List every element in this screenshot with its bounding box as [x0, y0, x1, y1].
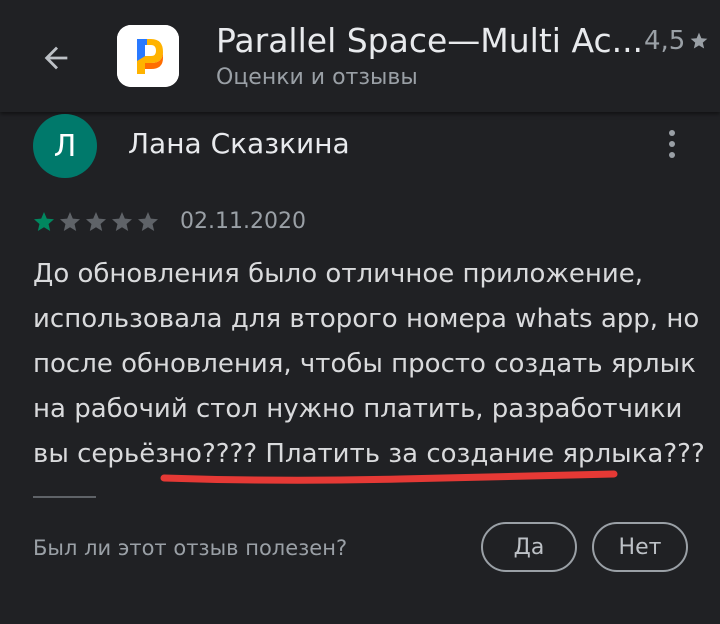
review-date: 02.11.2020 — [180, 209, 306, 234]
review-menu-button[interactable] — [654, 124, 690, 164]
app-title: Parallel Space—Multi Ac... — [216, 21, 644, 60]
star-empty-icon — [60, 212, 80, 231]
parallel-space-logo-icon — [117, 25, 179, 87]
avatar: Л — [33, 114, 97, 178]
helpful-yes-button[interactable]: Да — [481, 522, 577, 572]
star-icon — [691, 32, 708, 49]
helpful-question: Был ли этот отзыв полезен? — [33, 536, 348, 560]
page-subtitle: Оценки и отзывы — [216, 65, 418, 90]
star-empty-icon — [112, 212, 132, 231]
helpful-no-button[interactable]: Нет — [592, 522, 688, 572]
reviewer-name: Лана Сказкина — [128, 127, 350, 160]
back-button[interactable] — [30, 32, 82, 84]
divider — [33, 496, 96, 498]
star-empty-icon — [86, 212, 106, 231]
arrow-left-icon — [44, 46, 68, 70]
star-rating — [32, 210, 160, 234]
review-text: До обновления было отличное приложение, … — [33, 259, 705, 469]
app-rating: 4,5 — [644, 26, 709, 56]
star-filled-icon — [34, 212, 54, 231]
app-icon[interactable] — [117, 25, 179, 87]
app-bar: Parallel Space—Multi Ac... Оценки и отзы… — [0, 0, 720, 112]
rating-value: 4,5 — [644, 26, 686, 56]
red-underline-annotation — [160, 470, 618, 484]
star-empty-icon — [138, 212, 158, 231]
more-vert-icon — [669, 130, 675, 136]
